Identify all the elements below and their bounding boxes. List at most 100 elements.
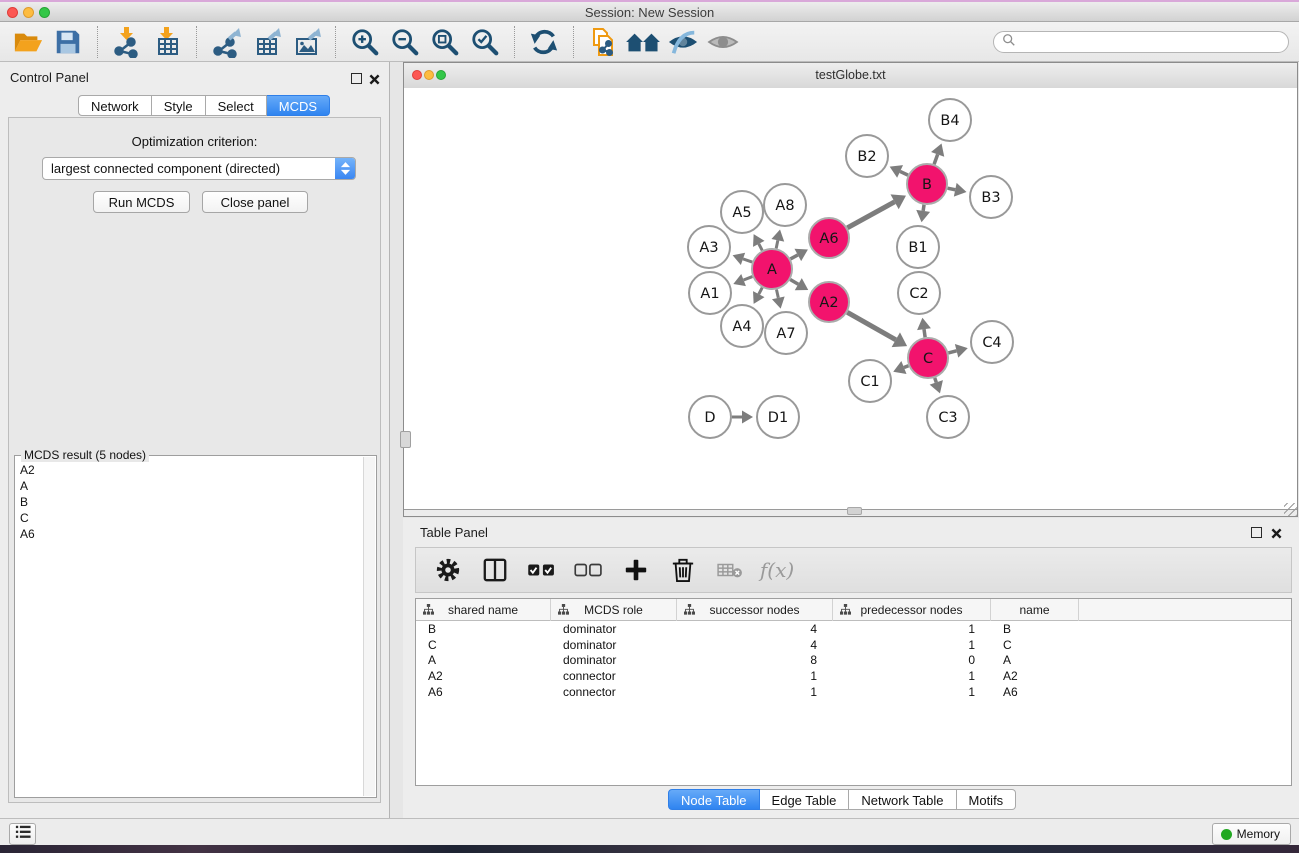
criterion-dropdown[interactable]: largest connected component (directed) [42,157,356,180]
refresh-icon[interactable] [526,25,562,59]
graph-node-A[interactable]: A [752,249,792,289]
table-tab-edge-table[interactable]: Edge Table [760,789,850,810]
checkboxes-unchecked-icon[interactable] [573,554,605,586]
canvas-bottom-handle[interactable] [847,507,862,515]
result-scrollbar[interactable] [363,457,375,796]
graph-node-B1[interactable]: B1 [897,226,939,268]
import-network-icon[interactable] [109,25,145,59]
memory-status-icon [1221,829,1232,840]
export-image-icon[interactable] [288,25,324,59]
network-window-title: testGlobe.txt [404,68,1297,82]
hierarchy-icon [684,604,695,618]
eye-icon[interactable] [705,25,741,59]
column-header-predecessor-nodes[interactable]: predecessor nodes [833,599,991,621]
table-tab-motifs[interactable]: Motifs [957,789,1017,810]
export-table-icon[interactable] [248,25,284,59]
run-mcds-button[interactable]: Run MCDS [93,191,190,213]
cell-shared-name: C [416,638,551,652]
gear-icon[interactable] [432,554,464,586]
float-panel-icon[interactable] [351,73,362,84]
mcds-result-title: MCDS result (5 nodes) [21,448,149,462]
tab-network[interactable]: Network [78,95,152,116]
column-header-successor-nodes[interactable]: successor nodes [677,599,833,621]
graph-node-A6[interactable]: A6 [809,218,849,258]
graph-node-B4[interactable]: B4 [929,99,971,141]
table-close-icon[interactable] [1271,526,1282,537]
cell-predecessor-nodes: 0 [833,653,991,667]
split-columns-icon[interactable] [479,554,511,586]
result-item-a2[interactable]: A2 [16,462,364,478]
graph-node-D1[interactable]: D1 [757,396,799,438]
network-canvas[interactable]: B4 B2 B B3 A8 A5 A6 A3 B1 A C2 A1 A2 A4A7 C4 C C1 D D1 C3 [404,88,1297,510]
table-tab-network-table[interactable]: Network Table [849,789,956,810]
table-tab-node-table[interactable]: Node Table [668,789,760,810]
graph-node-A7[interactable]: A7 [765,312,807,354]
result-item-b[interactable]: B [16,494,364,510]
result-item-a[interactable]: A [16,478,364,494]
canvas-side-handle[interactable] [400,431,411,448]
trash-icon[interactable] [667,554,699,586]
graph-node-D[interactable]: D [689,396,731,438]
table-float-icon[interactable] [1251,527,1262,538]
node-label: C3 [938,410,957,426]
tab-mcds[interactable]: MCDS [267,95,330,116]
export-network-icon[interactable] [208,25,244,59]
graph-node-A4[interactable]: A4 [721,305,763,347]
graph-node-C4[interactable]: C4 [971,321,1013,363]
result-item-c[interactable]: C [16,510,364,526]
graph-node-C[interactable]: C [908,338,948,378]
column-header-name[interactable]: name [991,599,1079,621]
import-table-icon[interactable] [149,25,185,59]
cell-shared-name: B [416,622,551,636]
eye-slash-icon[interactable] [665,25,701,59]
table-row[interactable]: A6connector11A6 [416,684,1291,700]
graph-node-B3[interactable]: B3 [970,176,1012,218]
clone-network-icon[interactable] [585,25,621,59]
memory-button[interactable]: Memory [1212,823,1291,845]
search-box[interactable] [993,31,1289,53]
window-resize-grip[interactable] [1284,503,1297,516]
graph-node-C2[interactable]: C2 [898,272,940,314]
graph-node-B[interactable]: B [907,164,947,204]
zoom-out-icon[interactable] [387,25,423,59]
column-label: MCDS role [584,603,643,617]
table-row[interactable]: Cdominator41C [416,637,1291,653]
checkboxes-checked-icon[interactable] [526,554,558,586]
graph-node-B2[interactable]: B2 [846,135,888,177]
table-row[interactable]: A2connector11A2 [416,668,1291,684]
result-item-a6[interactable]: A6 [16,526,364,542]
task-list-button[interactable] [9,823,36,845]
search-input[interactable] [1021,32,1288,52]
tab-style[interactable]: Style [152,95,206,116]
close-panel-icon[interactable] [369,72,380,83]
tab-select[interactable]: Select [206,95,267,116]
toolbar-groups [8,25,743,59]
node-label: A2 [819,295,838,311]
graph-node-A1[interactable]: A1 [689,272,731,314]
plus-icon[interactable] [620,554,652,586]
graph-node-C3[interactable]: C3 [927,396,969,438]
close-panel-button[interactable]: Close panel [202,191,308,213]
mcds-tab-content: Optimization criterion: largest connecte… [8,117,381,803]
graph-node-A8[interactable]: A8 [764,184,806,226]
open-folder-icon[interactable] [10,25,46,59]
graph-node-A5[interactable]: A5 [721,191,763,233]
node-label: A3 [699,240,718,256]
zoom-fit-icon[interactable] [427,25,463,59]
graph-node-A3[interactable]: A3 [688,226,730,268]
column-header-MCDS-role[interactable]: MCDS role [551,599,677,621]
table-row[interactable]: Bdominator41B [416,621,1291,637]
table-header-row: shared name MCDS role successor nodesprede… [416,599,1291,621]
node-label: A5 [732,205,751,221]
cell-predecessor-nodes: 1 [833,638,991,652]
save-floppy-icon[interactable] [50,25,86,59]
graph-node-A2[interactable]: A2 [809,282,849,322]
toolbar-separator [514,26,515,58]
graph-node-C1[interactable]: C1 [849,360,891,402]
double-home-icon[interactable] [625,25,661,59]
network-window-titlebar[interactable]: testGlobe.txt [404,63,1297,89]
table-row[interactable]: Adominator80A [416,652,1291,668]
zoom-in-icon[interactable] [347,25,383,59]
column-header-shared-name[interactable]: shared name [416,599,551,621]
zoom-selected-icon[interactable] [467,25,503,59]
